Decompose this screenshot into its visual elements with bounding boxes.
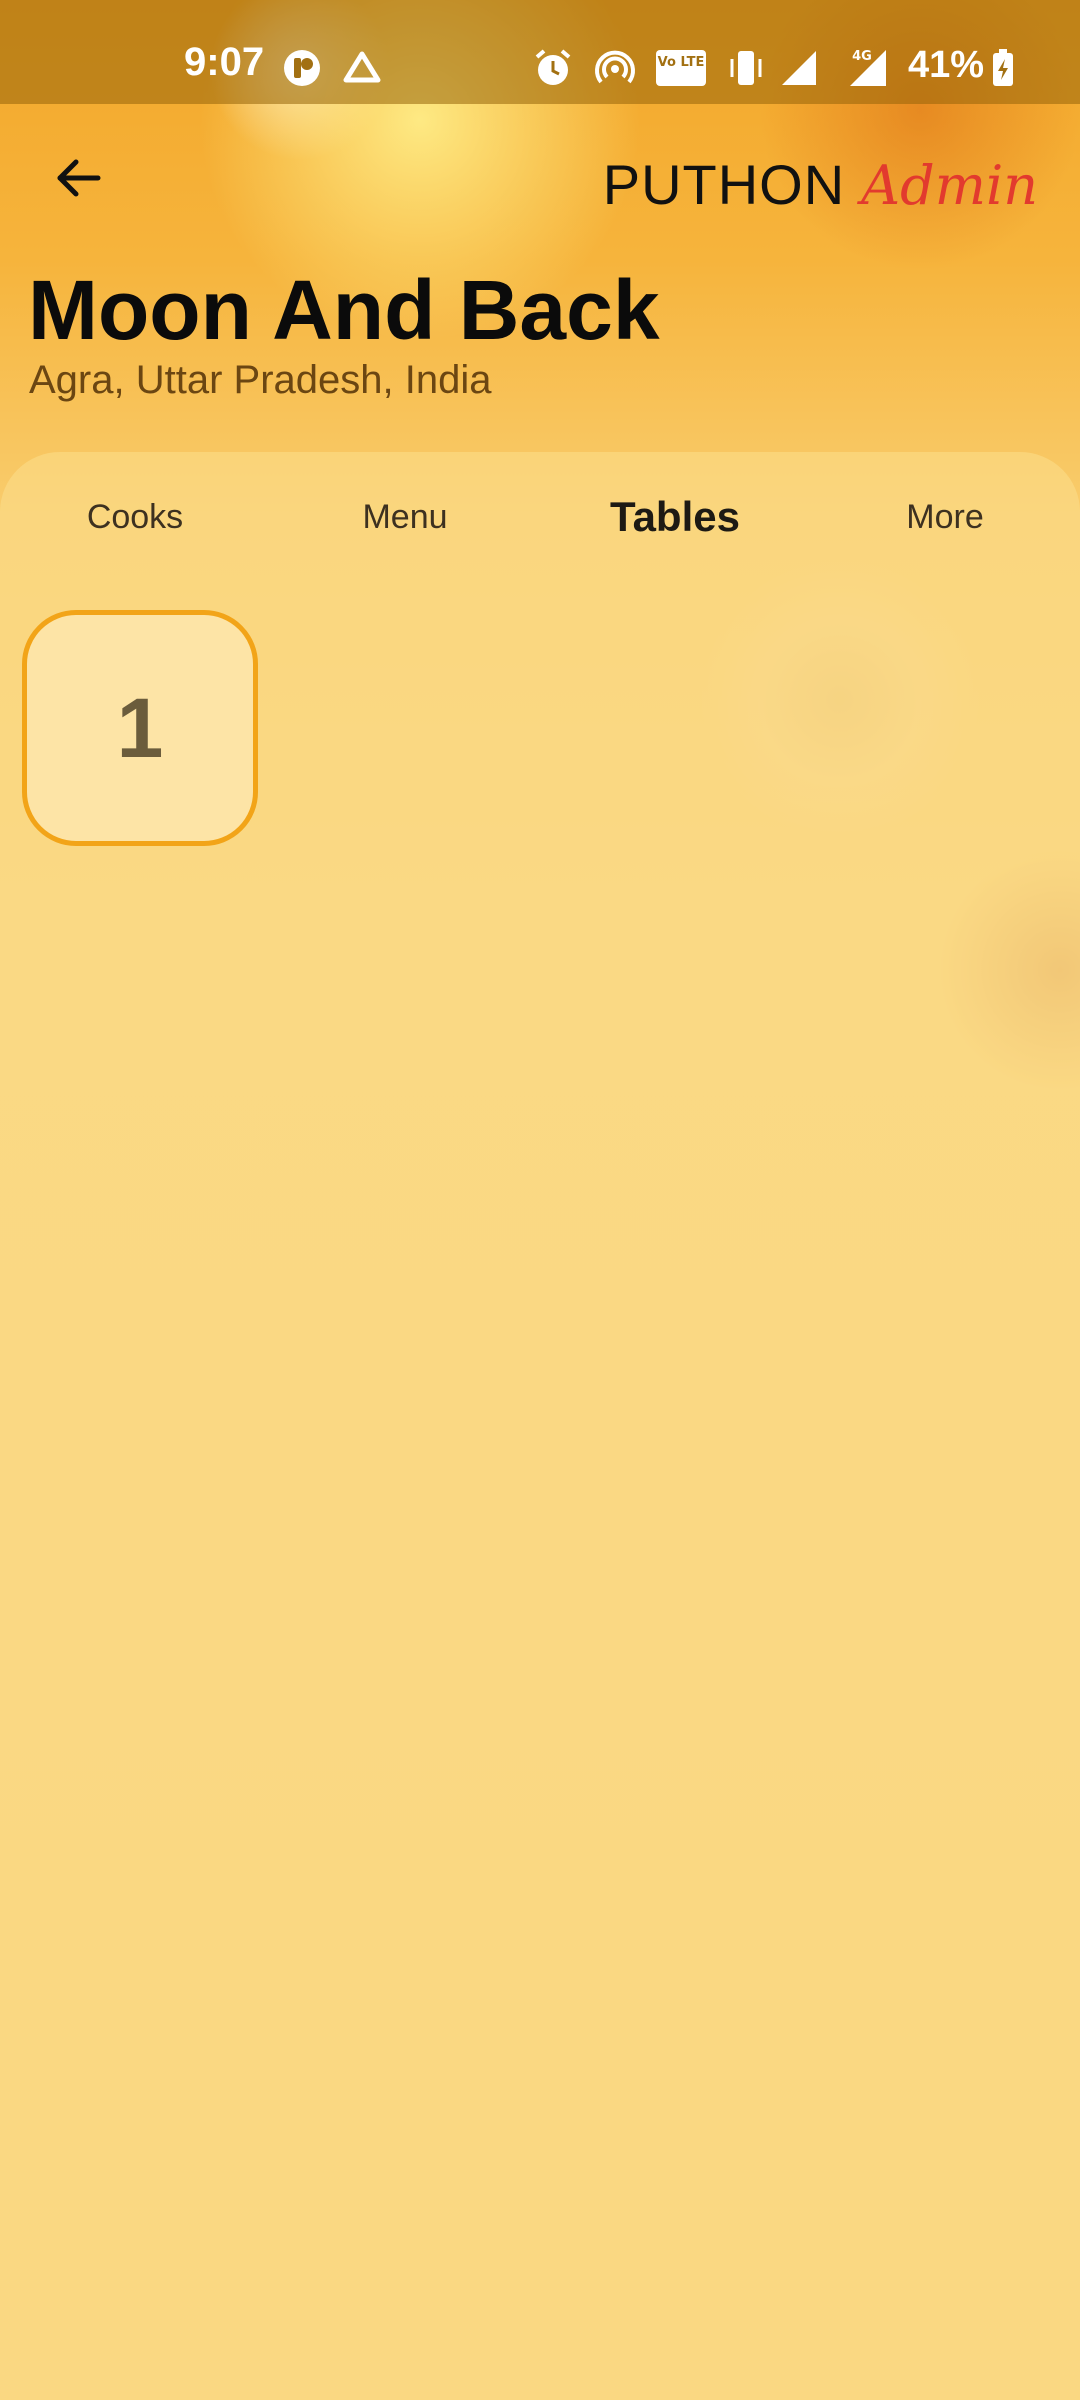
table-card[interactable]: 1 [22, 610, 258, 846]
tab-cooks[interactable]: Cooks [0, 482, 270, 552]
back-button[interactable] [40, 140, 116, 216]
restaurant-location: Agra, Uttar Pradesh, India [29, 358, 492, 402]
volte-icon: Vo LTE [656, 50, 706, 86]
tab-bar: Cooks Menu Tables More [0, 482, 1080, 552]
battery-percentage: 41% [908, 44, 985, 86]
tab-tables[interactable]: Tables [540, 482, 810, 552]
restaurant-name: Moon And Back [28, 263, 660, 357]
brand-logo: PUTHON Admin [603, 152, 1038, 217]
arrow-left-icon [57, 159, 101, 197]
battery-charging-icon [993, 49, 1013, 86]
alarm-icon [535, 49, 571, 85]
app-header: PUTHON Admin [0, 104, 1080, 234]
svg-text:4G: 4G [852, 49, 872, 64]
app-notification-icon [284, 50, 320, 86]
signal-icon [782, 51, 816, 85]
status-time: 9:07 [184, 40, 265, 84]
status-bar: 9:07 Vo LTE 4G 41% [0, 0, 1080, 104]
drive-icon [343, 51, 381, 83]
tab-more[interactable]: More [810, 482, 1080, 552]
vibrate-icon [730, 51, 762, 85]
signal-4g-icon: 4G [850, 49, 886, 86]
brand-admin-label: Admin [861, 154, 1038, 217]
tab-menu[interactable]: Menu [270, 482, 540, 552]
table-number: 1 [116, 680, 164, 775]
hotspot-icon [595, 50, 635, 84]
brand-name: PUTHON [602, 153, 846, 216]
svg-text:Vo LTE: Vo LTE [658, 55, 705, 70]
